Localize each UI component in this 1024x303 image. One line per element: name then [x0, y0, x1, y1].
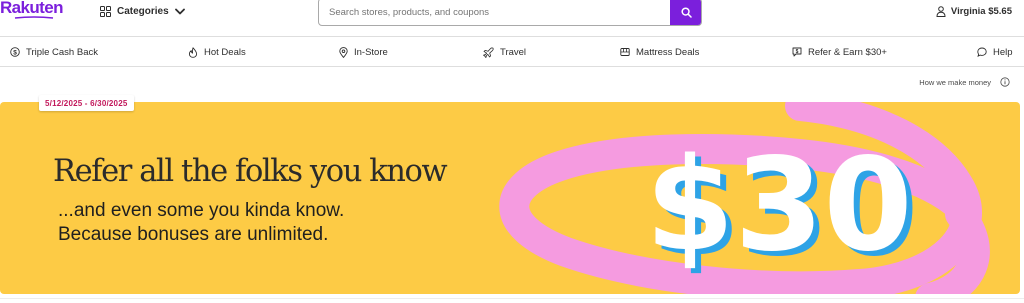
banner-subline-1: ...and even some you kinda know.	[58, 200, 345, 221]
bed-icon	[620, 48, 630, 56]
nav-item-help[interactable]: Help	[977, 45, 1013, 59]
flame-icon	[188, 46, 198, 58]
banner-headline: Refer all the folks you know	[53, 154, 448, 189]
banner-subline-2: Because bonuses are unlimited.	[58, 224, 329, 245]
nav-item-travel[interactable]: Travel	[483, 45, 526, 59]
search-icon	[680, 6, 692, 18]
nav-item-label: Triple Cash Back	[26, 46, 98, 58]
logo-swoosh-icon	[14, 16, 54, 19]
nav-item-label: Help	[993, 46, 1013, 58]
account-menu[interactable]: Virginia $5.65	[936, 4, 1012, 18]
promo-date-badge: 5/12/2025 - 6/30/2025	[39, 95, 134, 111]
svg-text:$: $	[13, 49, 17, 56]
info-icon	[1000, 77, 1010, 87]
user-icon	[936, 5, 946, 17]
search-button[interactable]	[670, 0, 701, 25]
refer-promo-banner[interactable]: $30 $30 Refer all the folks you know ...…	[0, 102, 1020, 294]
nav-item-label: Hot Deals	[204, 46, 246, 58]
svg-text:$: $	[796, 49, 799, 55]
search-bar	[318, 0, 702, 26]
nav-item-refer-earn[interactable]: $ Refer & Earn $30+	[792, 45, 887, 59]
account-label: Virginia $5.65	[950, 5, 1012, 17]
search-input[interactable]	[319, 0, 672, 25]
how-we-make-money-label: How we make money	[919, 77, 991, 87]
nav-item-label: Travel	[500, 46, 527, 58]
nav-item-mattress-deals[interactable]: Mattress Deals	[620, 45, 699, 59]
nav-item-triple-cash-back[interactable]: $ Triple Cash Back	[10, 45, 98, 59]
header: Rakuten Categories Virginia $5.65	[0, 0, 1024, 36]
location-pin-icon	[339, 46, 348, 58]
plane-icon	[483, 47, 494, 58]
secondary-nav: $ Triple Cash Back Hot Deals In-Store Tr…	[0, 36, 1024, 67]
chat-bubble-icon	[977, 47, 987, 57]
banner-artwork: $30 $30	[499, 102, 990, 294]
how-we-make-money-link[interactable]: How we make money	[919, 76, 1010, 88]
categories-menu[interactable]: Categories	[100, 4, 185, 18]
categories-label: Categories	[117, 5, 169, 17]
cashback-icon: $	[10, 47, 20, 57]
divider	[0, 298, 1024, 299]
nav-item-in-store[interactable]: In-Store	[339, 45, 388, 59]
grid-icon	[100, 5, 111, 17]
chevron-down-icon	[174, 8, 185, 14]
nav-item-label: Mattress Deals	[636, 46, 700, 58]
nav-item-hot-deals[interactable]: Hot Deals	[188, 45, 246, 59]
nav-item-label: In-Store	[354, 46, 388, 58]
gift-chat-icon: $	[792, 47, 802, 57]
nav-item-label: Refer & Earn $30+	[808, 46, 887, 58]
banner-amount: $30	[645, 131, 912, 280]
